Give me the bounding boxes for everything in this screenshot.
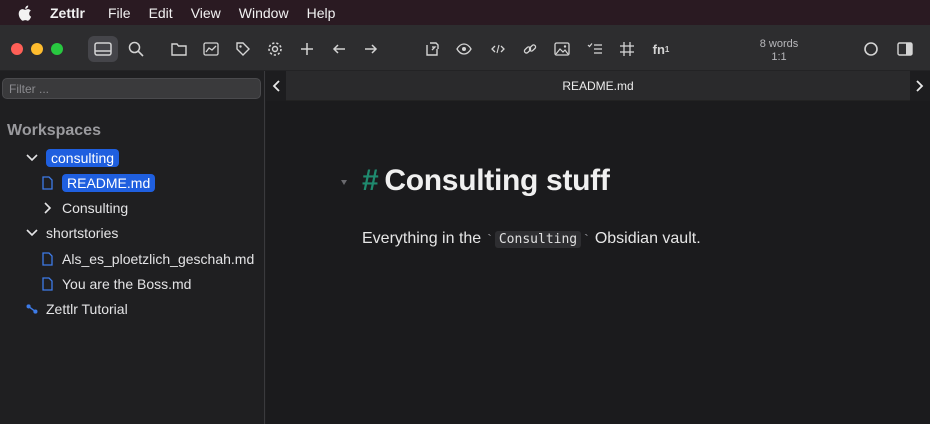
- tab-readme[interactable]: README.md: [266, 79, 930, 93]
- menu-edit[interactable]: Edit: [140, 5, 182, 21]
- tree-item-label: Als_es_ploetzlich_geschah.md: [62, 251, 255, 267]
- menu-window[interactable]: Window: [230, 5, 298, 21]
- list-icon[interactable]: [585, 39, 605, 59]
- code-icon[interactable]: [488, 39, 508, 59]
- file-icon: [42, 176, 54, 190]
- zoom-window-button[interactable]: [51, 43, 63, 55]
- tab-scroll-right-button[interactable]: [910, 71, 930, 101]
- tree-item-consulting-sub[interactable]: Consulting: [42, 197, 128, 219]
- image-icon[interactable]: [552, 39, 572, 59]
- link-icon[interactable]: [520, 39, 540, 59]
- code-tick-close: `: [584, 231, 589, 247]
- apple-icon[interactable]: [14, 5, 36, 21]
- fold-heading-icon[interactable]: [341, 180, 347, 185]
- tree-item-file1[interactable]: Als_es_ploetzlich_geschah.md: [42, 248, 254, 270]
- file-tree-sidebar: Workspaces consulting README.md Consulti…: [0, 71, 265, 424]
- editor-pane: README.md # Consulting stuff Everything i…: [266, 71, 930, 424]
- gear-icon[interactable]: [265, 39, 285, 59]
- tree-item-label: Consulting: [62, 200, 129, 216]
- workspaces-title: Workspaces: [7, 122, 101, 139]
- tab-bar: README.md: [266, 71, 930, 101]
- heading-text: Consulting stuff: [384, 164, 610, 197]
- inline-code: Consulting: [494, 230, 582, 248]
- search-icon[interactable]: [126, 39, 146, 59]
- filter-input[interactable]: [2, 78, 261, 99]
- circle-icon[interactable]: [861, 39, 881, 59]
- eye-icon[interactable]: [454, 39, 474, 59]
- menu-view[interactable]: View: [182, 5, 230, 21]
- paragraph-text-after: Obsidian vault.: [594, 230, 701, 247]
- menu-bar: Zettlr File Edit View Window Help: [0, 0, 930, 25]
- heading-hash: #: [362, 164, 379, 197]
- menu-help[interactable]: Help: [298, 5, 345, 21]
- tree-item-file2[interactable]: You are the Boss.md: [42, 273, 191, 295]
- tree-item-shortstories[interactable]: shortstories: [26, 222, 118, 244]
- table-icon[interactable]: [617, 39, 637, 59]
- plus-icon[interactable]: [297, 39, 317, 59]
- menu-file[interactable]: File: [99, 5, 140, 21]
- export-icon[interactable]: [422, 39, 442, 59]
- tree-item-tutorial[interactable]: Zettlr Tutorial: [26, 298, 128, 320]
- arrow-right-icon[interactable]: [361, 39, 381, 59]
- close-window-button[interactable]: [11, 43, 23, 55]
- toolbar: fn 1 8 words 1:1: [0, 25, 930, 71]
- file-icon: [42, 252, 54, 266]
- word-count: 8 words 1:1: [748, 38, 810, 64]
- file-icon: [42, 277, 54, 291]
- arrow-left-icon[interactable]: [329, 39, 349, 59]
- tree-item-label: Zettlr Tutorial: [46, 301, 128, 317]
- sidebar-icon[interactable]: [93, 39, 113, 59]
- code-tick-open: `: [487, 231, 492, 247]
- tree-item-readme[interactable]: README.md: [42, 172, 156, 194]
- folder-icon[interactable]: [169, 39, 189, 59]
- chevron-right-icon: [916, 80, 924, 92]
- tree-item-label: README.md: [62, 174, 156, 192]
- document-heading[interactable]: # Consulting stuff: [362, 164, 610, 198]
- document-paragraph[interactable]: Everything in the ` Consulting ` Obsidia…: [362, 230, 701, 248]
- minimize-window-button[interactable]: [31, 43, 43, 55]
- graph-icon[interactable]: [201, 39, 221, 59]
- tutorial-icon: [26, 303, 38, 315]
- word-count-text: 8 words: [759, 38, 799, 50]
- tree-item-consulting[interactable]: consulting: [26, 147, 120, 169]
- tree-item-label: consulting: [46, 149, 120, 167]
- cursor-position: 1:1: [771, 51, 787, 63]
- tree-item-label: shortstories: [46, 225, 119, 241]
- chevron-down-icon[interactable]: [26, 227, 38, 239]
- split-pane-icon[interactable]: [895, 39, 915, 59]
- menu-app-name[interactable]: Zettlr: [46, 5, 99, 21]
- tree-item-label: You are the Boss.md: [62, 276, 192, 292]
- footnote-icon[interactable]: fn 1: [649, 39, 673, 59]
- tag-icon[interactable]: [233, 39, 253, 59]
- chevron-down-icon[interactable]: [26, 152, 38, 164]
- paragraph-text-before: Everything in the: [362, 230, 482, 247]
- chevron-right-icon[interactable]: [42, 202, 54, 214]
